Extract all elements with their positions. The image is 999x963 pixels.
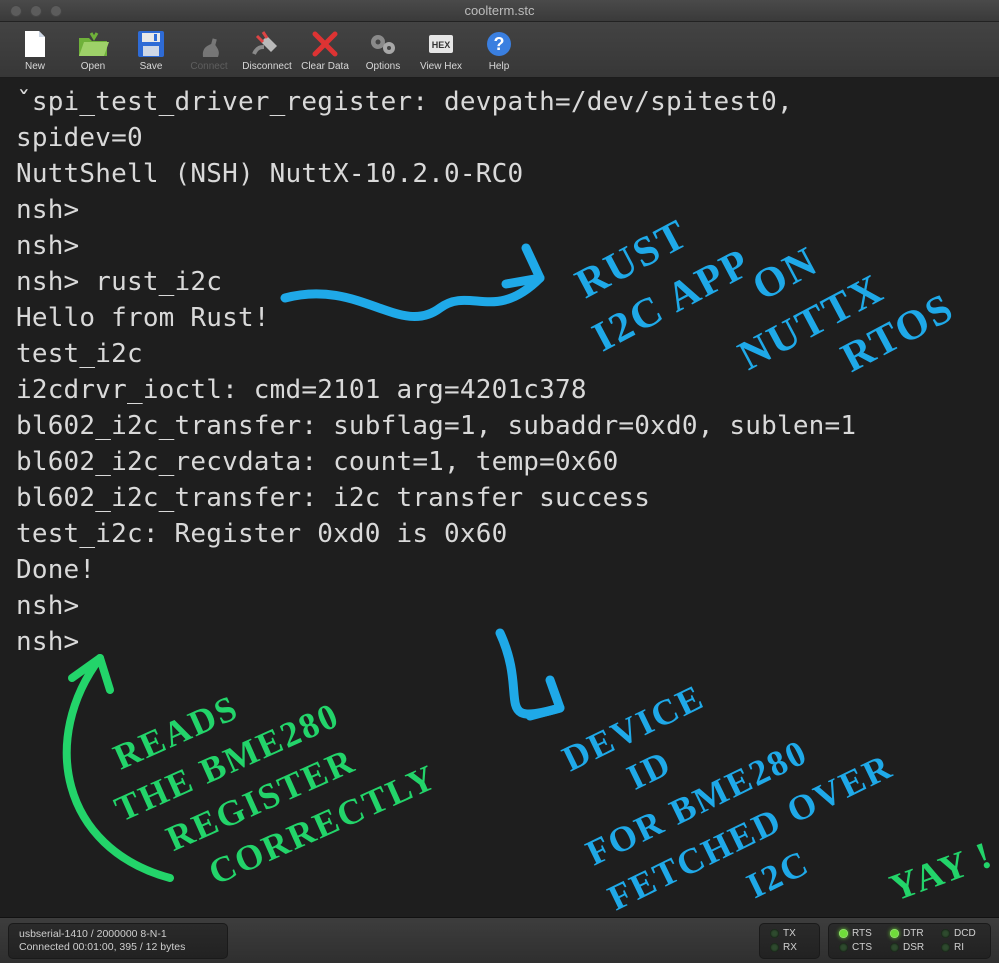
term-line: ˇspi_test_driver_register: devpath=/dev/… <box>16 84 987 120</box>
annotation-text: READS <box>108 687 245 777</box>
led-tx <box>770 929 779 938</box>
folder-open-icon <box>77 28 109 60</box>
term-line: nsh> <box>16 228 987 264</box>
help-icon: ? <box>483 28 515 60</box>
term-line: nsh> rust_i2c <box>16 264 987 300</box>
terminal-output[interactable]: ˇspi_test_driver_register: devpath=/dev/… <box>0 78 999 917</box>
annotation-text: THE BME280 <box>109 695 345 830</box>
led-tx-label: TX <box>783 928 809 939</box>
save-button[interactable]: Save <box>122 26 180 72</box>
led-ri <box>941 943 950 952</box>
led-dtr <box>890 929 899 938</box>
led-rx <box>770 943 779 952</box>
connection-status-box: usbserial-1410 / 2000000 8-N-1 Connected… <box>8 923 228 959</box>
annotation-text: ID <box>621 742 678 797</box>
annotation-text: I2C <box>740 842 815 906</box>
term-line: bl602_i2c_transfer: subflag=1, subaddr=0… <box>16 408 987 444</box>
term-line: nsh> <box>16 588 987 624</box>
open-button[interactable]: Open <box>64 26 122 72</box>
disconnect-button[interactable]: Disconnect <box>238 26 296 72</box>
toolbar: New Open Save Connect Disconnect Clear D… <box>0 22 999 78</box>
led-ri-label: RI <box>954 942 980 953</box>
led-rts-label: RTS <box>852 928 878 939</box>
led-cts-label: CTS <box>852 942 878 953</box>
open-label: Open <box>81 61 105 72</box>
svg-text:HEX: HEX <box>432 40 451 50</box>
term-line: test_i2c <box>16 336 987 372</box>
new-button[interactable]: New <box>6 26 64 72</box>
led-rts <box>839 929 848 938</box>
term-line: NuttShell (NSH) NuttX-10.2.0-RC0 <box>16 156 987 192</box>
disconnect-label: Disconnect <box>242 61 291 72</box>
svg-text:?: ? <box>494 34 505 54</box>
close-window-button[interactable] <box>10 5 22 17</box>
floppy-icon <box>135 28 167 60</box>
view-hex-button[interactable]: HEX View Hex <box>412 26 470 72</box>
conn-line: Connected 00:01:00, 395 / 12 bytes <box>19 941 185 954</box>
led-rx-label: RX <box>783 942 809 953</box>
term-line: nsh> <box>16 624 987 660</box>
clear-label: Clear Data <box>301 61 349 72</box>
minimize-window-button[interactable] <box>30 5 42 17</box>
zoom-window-button[interactable] <box>50 5 62 17</box>
term-line: Hello from Rust! <box>16 300 987 336</box>
annotation-text: FETCHED OVER <box>602 746 899 917</box>
annotation-text: YAY ! <box>885 834 999 910</box>
connect-button: Connect <box>180 26 238 72</box>
plug-icon <box>193 28 225 60</box>
led-cts <box>839 943 848 952</box>
clear-data-button[interactable]: Clear Data <box>296 26 354 72</box>
annotation-text: FOR BME280 <box>580 732 814 874</box>
options-button[interactable]: Options <box>354 26 412 72</box>
term-line: bl602_i2c_recvdata: count=1, temp=0x60 <box>16 444 987 480</box>
ctrl-leds-box: RTS CTS DTR DSR DCD RI <box>828 923 991 959</box>
led-dcd <box>941 929 950 938</box>
connect-label: Connect <box>190 61 227 72</box>
help-label: Help <box>489 61 510 72</box>
hex-icon: HEX <box>425 28 457 60</box>
led-dtr-label: DTR <box>903 928 929 939</box>
viewhex-label: View Hex <box>420 61 462 72</box>
led-dsr-label: DSR <box>903 942 929 953</box>
annotation-text: REGISTER <box>160 740 361 859</box>
window-title: coolterm.stc <box>0 3 999 18</box>
new-label: New <box>25 61 45 72</box>
titlebar: coolterm.stc <box>0 0 999 22</box>
status-bar: usbserial-1410 / 2000000 8-N-1 Connected… <box>0 917 999 963</box>
file-icon <box>19 28 51 60</box>
txrx-leds-box: TX RX <box>759 923 820 959</box>
annotation-text: CORRECTLY <box>203 756 443 892</box>
save-label: Save <box>140 61 163 72</box>
help-button[interactable]: ? Help <box>470 26 528 72</box>
annotation-text: DEVICE <box>556 676 710 779</box>
term-line: nsh> <box>16 192 987 228</box>
term-line: spidev=0 <box>16 120 987 156</box>
led-dsr <box>890 943 899 952</box>
gear-icon <box>367 28 399 60</box>
options-label: Options <box>366 61 400 72</box>
term-line: i2cdrvr_ioctl: cmd=2101 arg=4201c378 <box>16 372 987 408</box>
led-dcd-label: DCD <box>954 928 980 939</box>
window-controls <box>0 5 62 17</box>
term-line: bl602_i2c_transfer: i2c transfer success <box>16 480 987 516</box>
x-icon <box>309 28 341 60</box>
port-line: usbserial-1410 / 2000000 8-N-1 <box>19 928 167 941</box>
unplug-icon <box>251 28 283 60</box>
term-line: test_i2c: Register 0xd0 is 0x60 <box>16 516 987 552</box>
term-line: Done! <box>16 552 987 588</box>
